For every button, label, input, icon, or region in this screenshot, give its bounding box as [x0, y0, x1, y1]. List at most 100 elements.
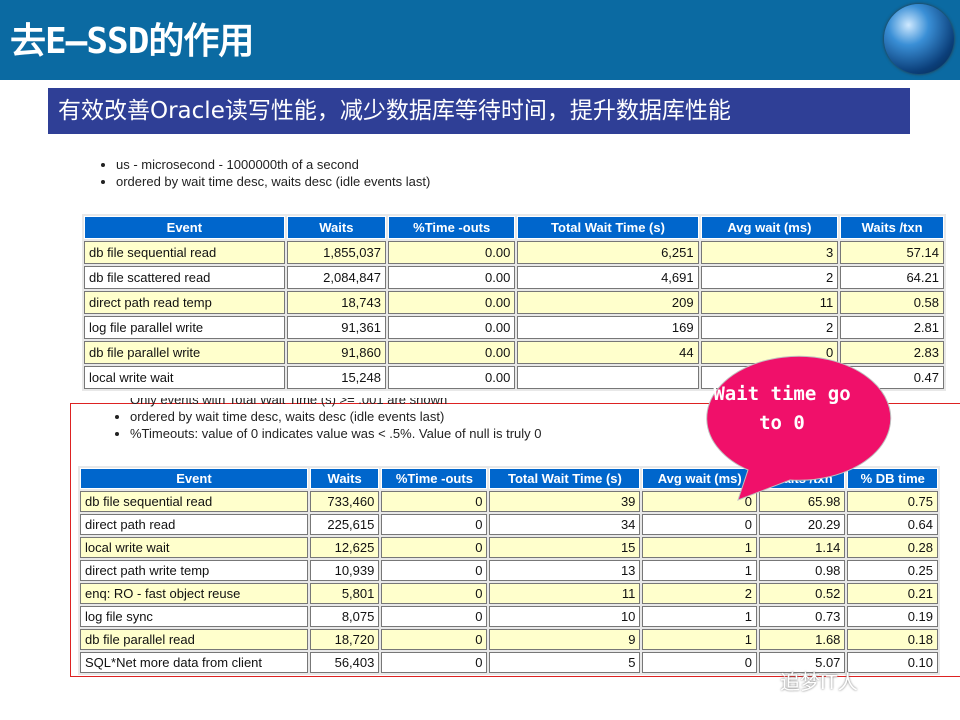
table-cell: 2: [642, 583, 757, 604]
table-cell: 91,361: [286, 316, 386, 339]
table-cell: 15: [489, 537, 641, 558]
table-cell: 2: [700, 316, 839, 339]
table-row: log file sync 8,075 0 10 1 0.73 0.19: [80, 606, 938, 627]
table-cell: 1: [642, 560, 757, 581]
table-cell: 2: [700, 266, 839, 289]
note: Only events with Total Wait Time (s) >= …: [130, 398, 542, 408]
column-header: Total Wait Time (s): [489, 468, 641, 489]
table-cell: 0.00: [387, 266, 516, 289]
table-row: db file sequential read 733,460 0 39 0 65.98 0…: [80, 491, 938, 512]
table-cell: 0.21: [847, 583, 938, 604]
table-cell: db file sequential read: [84, 241, 285, 264]
table-cell: 1: [642, 537, 757, 558]
column-header: Total Wait Time (s): [517, 216, 699, 239]
table-cell: enq: RO - fast object reuse: [80, 583, 308, 604]
table-row: enq: RO - fast object reuse 5,801 0 11 2 0.52…: [80, 583, 938, 604]
table-cell: 65.98: [759, 491, 846, 512]
column-header: Event: [84, 216, 285, 239]
title-bar: 去E—SSD的作用: [0, 0, 960, 80]
table-row: db file parallel read 18,720 0 9 1 1.68 0.18: [80, 629, 938, 650]
table-cell: 1.14: [759, 537, 846, 558]
table-cell: 0.73: [759, 606, 846, 627]
table-cell: direct path read: [80, 514, 308, 535]
globe-icon: [884, 4, 954, 74]
table-cell: 44: [517, 341, 699, 364]
table-cell: 5,801: [309, 583, 380, 604]
table-cell: 0.00: [387, 291, 516, 314]
table-row: log file parallel write 91,361 0.00 169 2 2.8…: [84, 316, 944, 339]
table-cell: 0.10: [847, 652, 938, 673]
table-cell: 1.68: [759, 629, 846, 650]
table-cell: 56,403: [309, 652, 380, 673]
note: us - microsecond - 1000000th of a second: [116, 156, 430, 173]
column-header: % DB time: [847, 468, 938, 489]
column-header: Waits: [286, 216, 386, 239]
table-cell: [517, 366, 699, 389]
column-header: Waits: [309, 468, 380, 489]
table-cell: local write wait: [80, 537, 308, 558]
table-cell: 34: [489, 514, 641, 535]
table-row: local write wait 12,625 0 15 1 1.14 0.28: [80, 537, 938, 558]
table-cell: 0: [700, 341, 839, 364]
table-cell: 0: [381, 629, 488, 650]
table-cell: 64.21: [840, 266, 944, 289]
table-cell: 0.19: [847, 606, 938, 627]
table-cell: 0: [642, 652, 757, 673]
table-cell: 733,460: [309, 491, 380, 512]
column-header: Waits /txn: [840, 216, 944, 239]
column-header: Avg wait (ms): [700, 216, 839, 239]
table-cell: 18,743: [286, 291, 386, 314]
column-header: Avg wait (ms): [642, 468, 757, 489]
slide-title: 去E—SSD的作用: [10, 21, 254, 62]
table-row: db file scattered read 2,084,847 0.00 4,691…: [84, 266, 944, 289]
table-cell: direct path read temp: [84, 291, 285, 314]
before-notes: us - microsecond - 1000000th of a second…: [96, 148, 430, 190]
table-cell: 0: [642, 514, 757, 535]
column-header: Event: [80, 468, 308, 489]
before-wait-events-table: Event Waits %Time -outs Total Wait Time (s)…: [82, 214, 946, 391]
table-cell: 0.28: [847, 537, 938, 558]
table-cell: 1: [642, 629, 757, 650]
table-cell: 0.00: [387, 241, 516, 264]
table-cell: 4,691: [517, 266, 699, 289]
table-cell: 0.64: [847, 514, 938, 535]
table-cell: 8,075: [309, 606, 380, 627]
table-cell: log file sync: [80, 606, 308, 627]
table-cell: 57.14: [840, 241, 944, 264]
table-cell: 0: [381, 583, 488, 604]
table-cell: 15,248: [286, 366, 386, 389]
table-cell: 10,939: [309, 560, 380, 581]
table-cell: 209: [517, 291, 699, 314]
column-header: Waits /txn: [759, 468, 846, 489]
table-row: db file parallel write 91,860 0.00 44 0 2.83: [84, 341, 944, 364]
table-cell: 0: [381, 537, 488, 558]
table-cell: 0.00: [387, 316, 516, 339]
note: %Timeouts: value of 0 indicates value wa…: [130, 425, 542, 442]
table-cell: 1: [642, 606, 757, 627]
table-row: direct path write temp 10,939 0 13 1 0.98 0.25: [80, 560, 938, 581]
column-header: %Time -outs: [387, 216, 516, 239]
table-cell: db file parallel read: [80, 629, 308, 650]
table-cell: 10: [489, 606, 641, 627]
table-cell: 11: [489, 583, 641, 604]
table-cell: 1,855,037: [286, 241, 386, 264]
table-row: direct path read 225,615 0 34 0 20.29 0.64: [80, 514, 938, 535]
table-cell: 9: [489, 629, 641, 650]
table-cell: local write wait: [84, 366, 285, 389]
table-cell: db file scattered read: [84, 266, 285, 289]
slide-subtitle: 有效改善Oracle读写性能，减少数据库等待时间，提升数据库性能: [48, 88, 910, 134]
table-cell: 0: [381, 606, 488, 627]
table-row: db file sequential read 1,855,037 0.00 6,25…: [84, 241, 944, 264]
table-cell: 0.52: [759, 583, 846, 604]
table-cell: 0.75: [847, 491, 938, 512]
table-cell: 11: [700, 291, 839, 314]
table-cell: 39: [489, 491, 641, 512]
note: ordered by wait time desc, waits desc (i…: [130, 408, 542, 425]
table-cell: 0.98: [759, 560, 846, 581]
table-cell: 0: [381, 560, 488, 581]
table-cell: direct path write temp: [80, 560, 308, 581]
table-cell: 0: [381, 491, 488, 512]
table-cell: 0.25: [847, 560, 938, 581]
table-cell: 169: [517, 316, 699, 339]
after-notes: Only events with Total Wait Time (s) >= …: [110, 398, 542, 442]
